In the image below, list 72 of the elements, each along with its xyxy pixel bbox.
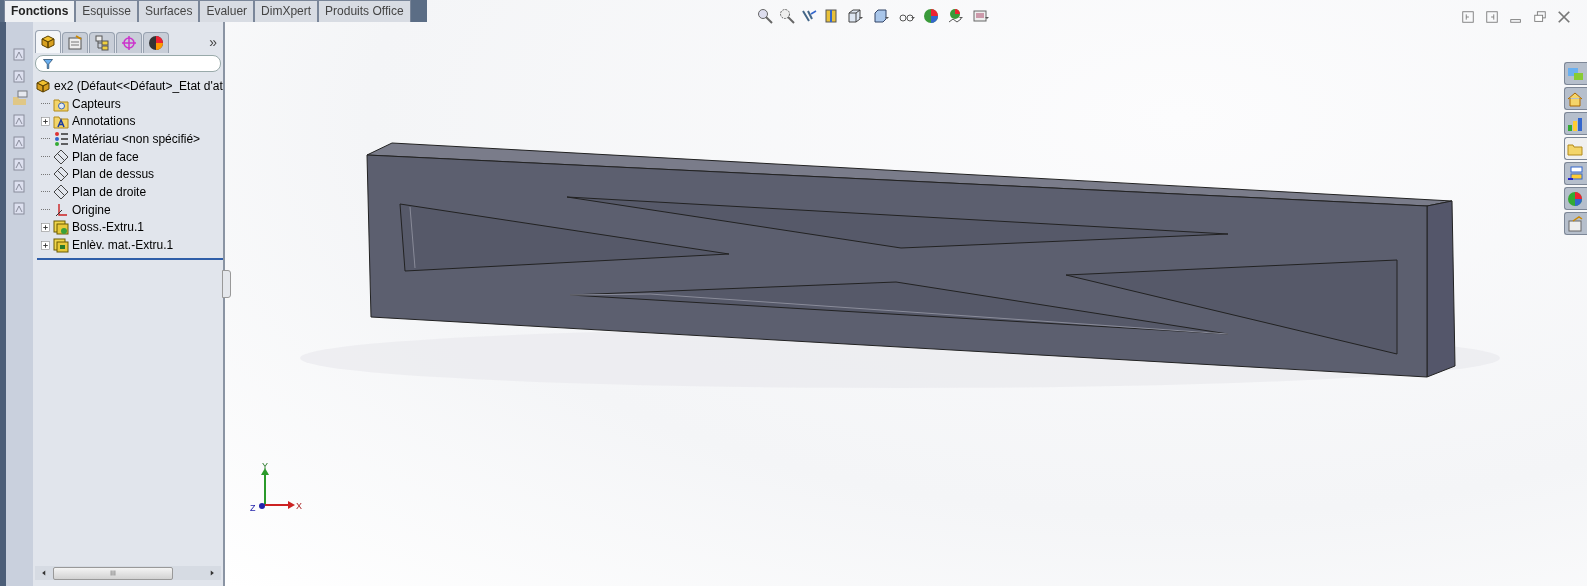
filter-field[interactable] [35,55,221,72]
color-ball-icon [1567,190,1583,207]
zoom-area-icon[interactable] [779,8,795,24]
restore-icon[interactable] [1533,10,1547,24]
expand-icon[interactable] [41,116,50,126]
close-icon[interactable] [1557,10,1571,24]
command-tab[interactable]: Produits Office [318,0,411,22]
extrude-icon [53,219,69,236]
appearance-icon[interactable] [923,8,939,24]
tree-item[interactable]: Plan de dessus [72,167,155,182]
pane-tab[interactable] [1564,112,1587,135]
plane-icon [53,148,69,165]
tile-right-icon[interactable] [1485,10,1499,24]
plane-icon [53,166,69,183]
crosshair-icon [121,35,137,51]
axis-label: X [296,501,302,511]
expand-icon[interactable] [41,240,50,250]
bar-graph-icon [1567,115,1583,132]
property-sheet-icon [67,35,83,51]
axis-triad-drawing [259,468,295,509]
section-view-icon[interactable] [823,8,839,24]
panel-collapse-handle[interactable] [222,270,231,298]
tree-item[interactable]: Origine [72,202,111,217]
view-settings-icon[interactable] [971,8,991,24]
pane-tab[interactable] [1564,187,1587,210]
chat-bubbles-icon [1567,65,1583,82]
clipboard-icon [1567,215,1583,232]
axis-label: Y [262,461,268,471]
material-list-icon [53,130,69,147]
pane-tab[interactable] [1564,137,1587,160]
tree-item[interactable]: Matériau <non spécifié> [72,131,201,146]
folder-text-icon[interactable] [11,90,28,106]
scroll-thumb[interactable] [53,566,173,580]
zoom-fit-icon[interactable] [757,8,773,24]
grip-icon [108,568,118,578]
origin-icon [53,201,69,218]
command-tab[interactable]: Fonctions [4,0,76,22]
home-icon [1567,90,1583,107]
tree-item[interactable]: ex2 (Défaut<<Défaut>_Etat d'at [54,78,223,93]
pane-tab[interactable] [1564,62,1587,85]
command-tab[interactable]: Surfaces [138,0,200,22]
manager-tab[interactable] [89,32,115,53]
filter-icon [42,57,54,70]
expand-icon[interactable] [41,222,50,232]
tree-item[interactable]: Boss.-Extru.1 [72,220,145,235]
manager-tab[interactable] [35,30,61,53]
list-arrow-icon [1567,165,1583,182]
expand-tabs-button[interactable]: » [205,34,221,53]
command-tab[interactable]: Esquisse [75,0,139,22]
tree-item[interactable]: Enlèv. mat.-Extru.1 [72,238,174,253]
manager-tab[interactable] [143,32,169,53]
horizontal-scrollbar[interactable] [35,566,221,580]
view-orientation-icon[interactable] [845,8,865,24]
folder-letter-icon [53,113,69,130]
configuration-icon [94,35,110,51]
pane-tab[interactable] [1564,212,1587,235]
tree-item[interactable]: Capteurs [72,96,121,111]
display-style-icon[interactable] [871,8,891,24]
parts-icon [40,34,56,50]
command-tab[interactable]: DimXpert [254,0,319,22]
tree-item[interactable]: Plan de droite [72,184,147,199]
tree-item[interactable]: Annotations [72,114,136,129]
parts-icon [35,77,51,94]
command-tab[interactable]: Evaluer [199,0,255,22]
pane-tab[interactable] [1564,162,1587,185]
pane-tab[interactable] [1564,87,1587,110]
tile-left-icon[interactable] [1461,10,1475,24]
tree-item[interactable]: Plan de face [72,149,139,164]
cut-extrude-icon [53,237,69,254]
plane-icon [53,183,69,200]
axis-label: Z [250,503,256,513]
color-ball-icon [148,35,164,51]
